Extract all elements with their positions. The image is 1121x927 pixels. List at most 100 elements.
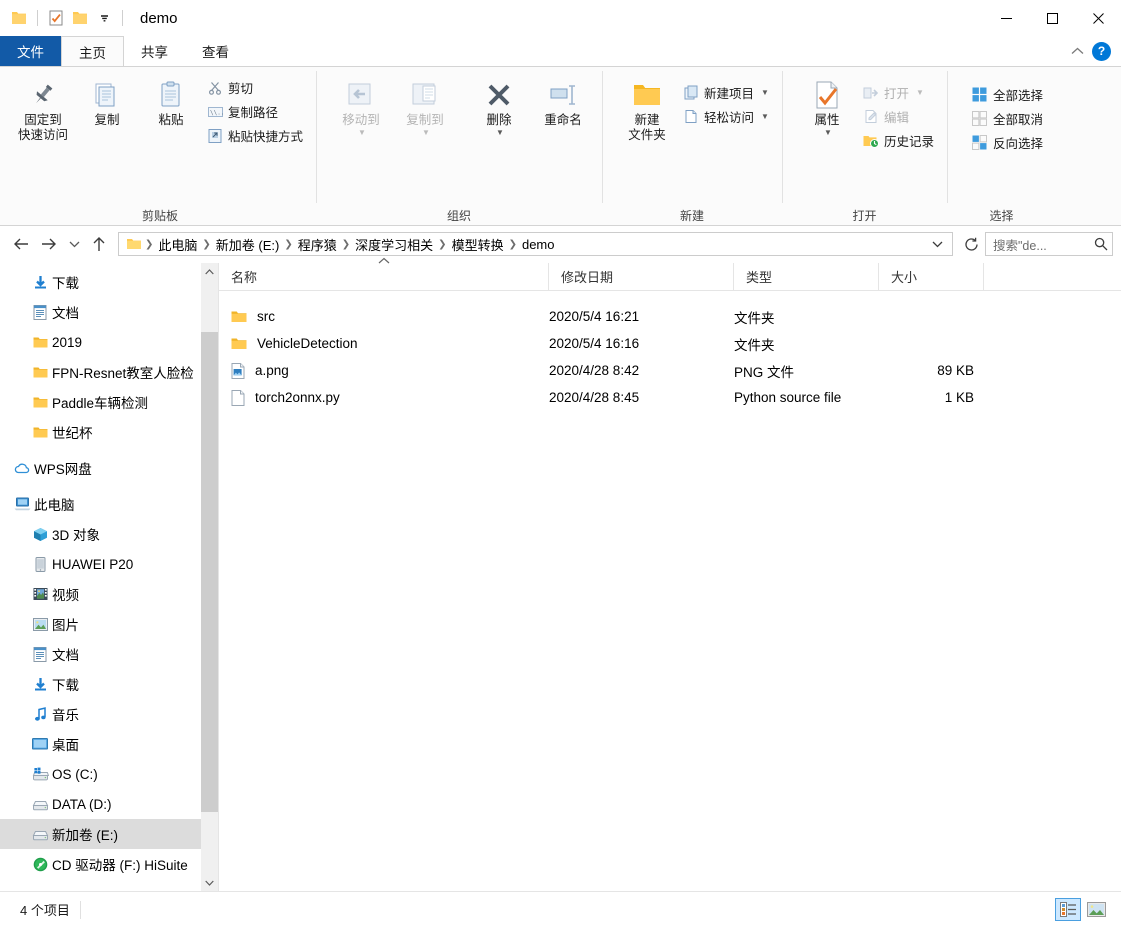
table-row[interactable]: src 2020/5/4 16:21 文件夹	[219, 303, 1121, 330]
tab-home[interactable]: 主页	[61, 36, 124, 66]
breadcrumb-separator[interactable]: ❯	[508, 239, 518, 250]
edit-button[interactable]: 编辑	[860, 105, 939, 128]
breadcrumb-separator[interactable]: ❯	[144, 239, 154, 250]
table-row[interactable]: VehicleDetection 2020/5/4 16:16 文件夹	[219, 330, 1121, 357]
status-separator	[79, 900, 81, 919]
sidebar-item-20[interactable]: 新加卷 (E:)	[0, 819, 218, 849]
delete-button[interactable]: 删除 ▼	[468, 73, 530, 141]
details-view-button[interactable]	[1055, 898, 1081, 921]
sidebar-item-23[interactable]: CD 驱动器 (F:) HiSuite	[0, 885, 218, 891]
recent-locations-button[interactable]	[64, 231, 84, 257]
sidebar-item-10[interactable]: 3D 对象	[0, 519, 218, 549]
sidebar-item-3[interactable]: FPN-Resnet教室人脸检	[0, 357, 218, 387]
tab-view[interactable]: 查看	[185, 36, 246, 66]
breadcrumb-separator[interactable]: ❯	[201, 239, 211, 250]
sidebar-item-5[interactable]: 世纪杯	[0, 417, 218, 447]
up-button[interactable]	[86, 231, 112, 257]
paste-shortcut-button[interactable]: 粘贴快捷方式	[204, 124, 308, 147]
open-caret-icon[interactable]: ▼	[916, 88, 924, 97]
help-button[interactable]: ?	[1092, 41, 1111, 61]
sidebar-item-1[interactable]: 文档	[0, 297, 218, 327]
search-box[interactable]: 搜索"de...	[985, 232, 1113, 256]
scrollbar-track[interactable]	[201, 280, 218, 874]
refresh-button[interactable]	[959, 232, 983, 256]
scroll-down-icon[interactable]	[201, 874, 218, 891]
search-icon[interactable]	[1094, 237, 1108, 251]
sidebar-item-19[interactable]: DATA (D:)	[0, 789, 218, 819]
new-item-caret-icon[interactable]: ▼	[761, 88, 769, 97]
pin-to-quick-access-button[interactable]: 固定到 快速访问	[12, 73, 74, 147]
breadcrumb-separator[interactable]: ❯	[341, 239, 351, 250]
sidebar-item-9[interactable]: 此电脑	[0, 489, 218, 519]
easy-access-caret-icon[interactable]: ▼	[761, 112, 769, 121]
sidebar-item-12[interactable]: 视频	[0, 579, 218, 609]
breadcrumb-item-1[interactable]: 新加卷 (E:)	[212, 235, 284, 254]
move-to-button[interactable]: 移动到 ▼	[330, 73, 392, 141]
sidebar-item-18[interactable]: OS (C:)	[0, 759, 218, 789]
breadcrumb-item-5[interactable]: demo	[518, 237, 559, 252]
sidebar-item-15[interactable]: 下载	[0, 669, 218, 699]
sidebar-item-2[interactable]: 2019	[0, 327, 218, 357]
forward-button[interactable]	[36, 231, 62, 257]
tab-share[interactable]: 共享	[124, 36, 185, 66]
properties-caret-icon[interactable]: ▼	[824, 128, 832, 137]
minimize-button[interactable]	[983, 0, 1029, 36]
paste-button[interactable]: 粘贴	[140, 73, 202, 132]
column-header-name[interactable]: 名称	[219, 263, 549, 290]
copy-path-button[interactable]: \\.. 复制路径	[204, 100, 308, 123]
table-row[interactable]: a.png 2020/4/28 8:42 PNG 文件 89 KB	[219, 357, 1121, 384]
new-item-button[interactable]: 新建项目 ▼	[680, 81, 774, 104]
easy-access-button[interactable]: 轻松访问 ▼	[680, 105, 774, 128]
column-header-size[interactable]: 大小	[879, 263, 984, 290]
sidebar-item-16[interactable]: 音乐	[0, 699, 218, 729]
breadcrumb-dropdown-icon[interactable]	[932, 240, 950, 248]
select-none-button[interactable]: 全部取消	[969, 107, 1048, 130]
close-button[interactable]	[1075, 0, 1121, 36]
copy-to-caret-icon[interactable]: ▼	[422, 128, 430, 137]
collapse-ribbon-icon[interactable]	[1071, 47, 1084, 55]
navigation-scrollbar[interactable]	[201, 263, 218, 891]
maximize-button[interactable]	[1029, 0, 1075, 36]
sidebar-item-17[interactable]: 桌面	[0, 729, 218, 759]
sidebar-item-0[interactable]: 下载	[0, 267, 218, 297]
cut-button[interactable]: 剪切	[204, 76, 308, 99]
large-icons-view-button[interactable]	[1083, 898, 1109, 921]
qat-chevron-down-icon[interactable]	[93, 7, 115, 29]
sidebar-item-21[interactable]: CD 驱动器 (F:) HiSuite	[0, 849, 218, 879]
breadcrumb-item-4[interactable]: 模型转换	[448, 235, 508, 254]
qat-new-folder-icon[interactable]	[69, 7, 91, 29]
breadcrumb-item-3[interactable]: 深度学习相关	[351, 235, 437, 254]
sidebar-item-13[interactable]: 图片	[0, 609, 218, 639]
breadcrumb-separator[interactable]: ❯	[283, 239, 293, 250]
qat-folder-icon[interactable]	[8, 7, 30, 29]
select-all-button[interactable]: 全部选择	[969, 83, 1048, 106]
breadcrumb-separator[interactable]: ❯	[437, 239, 447, 250]
tab-file[interactable]: 文件	[0, 36, 61, 66]
open-button[interactable]: 打开 ▼	[860, 81, 939, 104]
move-to-caret-icon[interactable]: ▼	[358, 128, 366, 137]
copy-button[interactable]: 复制	[76, 73, 138, 132]
sidebar-item-7[interactable]: WPS网盘	[0, 453, 218, 483]
qat-properties-icon[interactable]	[45, 7, 67, 29]
delete-caret-icon[interactable]: ▼	[496, 128, 504, 137]
copy-to-button[interactable]: 复制到 ▼	[394, 73, 456, 141]
history-button[interactable]: 历史记录	[860, 129, 939, 152]
column-header-date[interactable]: 修改日期	[549, 263, 734, 290]
search-input[interactable]: 搜索"de...	[993, 235, 1094, 254]
invert-selection-button[interactable]: 反向选择	[969, 131, 1048, 154]
scroll-up-icon[interactable]	[201, 263, 218, 280]
column-header-type[interactable]: 类型	[734, 263, 879, 290]
scrollbar-thumb[interactable]	[201, 332, 218, 812]
table-row[interactable]: torch2onnx.py 2020/4/28 8:45 Python source…	[219, 384, 1121, 411]
sidebar-item-11[interactable]: HUAWEI P20	[0, 549, 218, 579]
properties-button[interactable]: 属性 ▼	[796, 73, 858, 141]
copy-icon	[92, 77, 122, 113]
breadcrumb-item-2[interactable]: 程序猿	[294, 235, 341, 254]
breadcrumb-bar[interactable]: ❯ 此电脑 ❯ 新加卷 (E:) ❯ 程序猿 ❯ 深度学习相关 ❯ 模型转换 ❯…	[118, 232, 953, 256]
breadcrumb-item-0[interactable]: 此电脑	[154, 235, 201, 254]
sidebar-item-4[interactable]: Paddle车辆检测	[0, 387, 218, 417]
back-button[interactable]	[8, 231, 34, 257]
new-folder-button[interactable]: 新建 文件夹	[616, 73, 678, 147]
rename-button[interactable]: 重命名	[532, 73, 594, 132]
sidebar-item-14[interactable]: 文档	[0, 639, 218, 669]
